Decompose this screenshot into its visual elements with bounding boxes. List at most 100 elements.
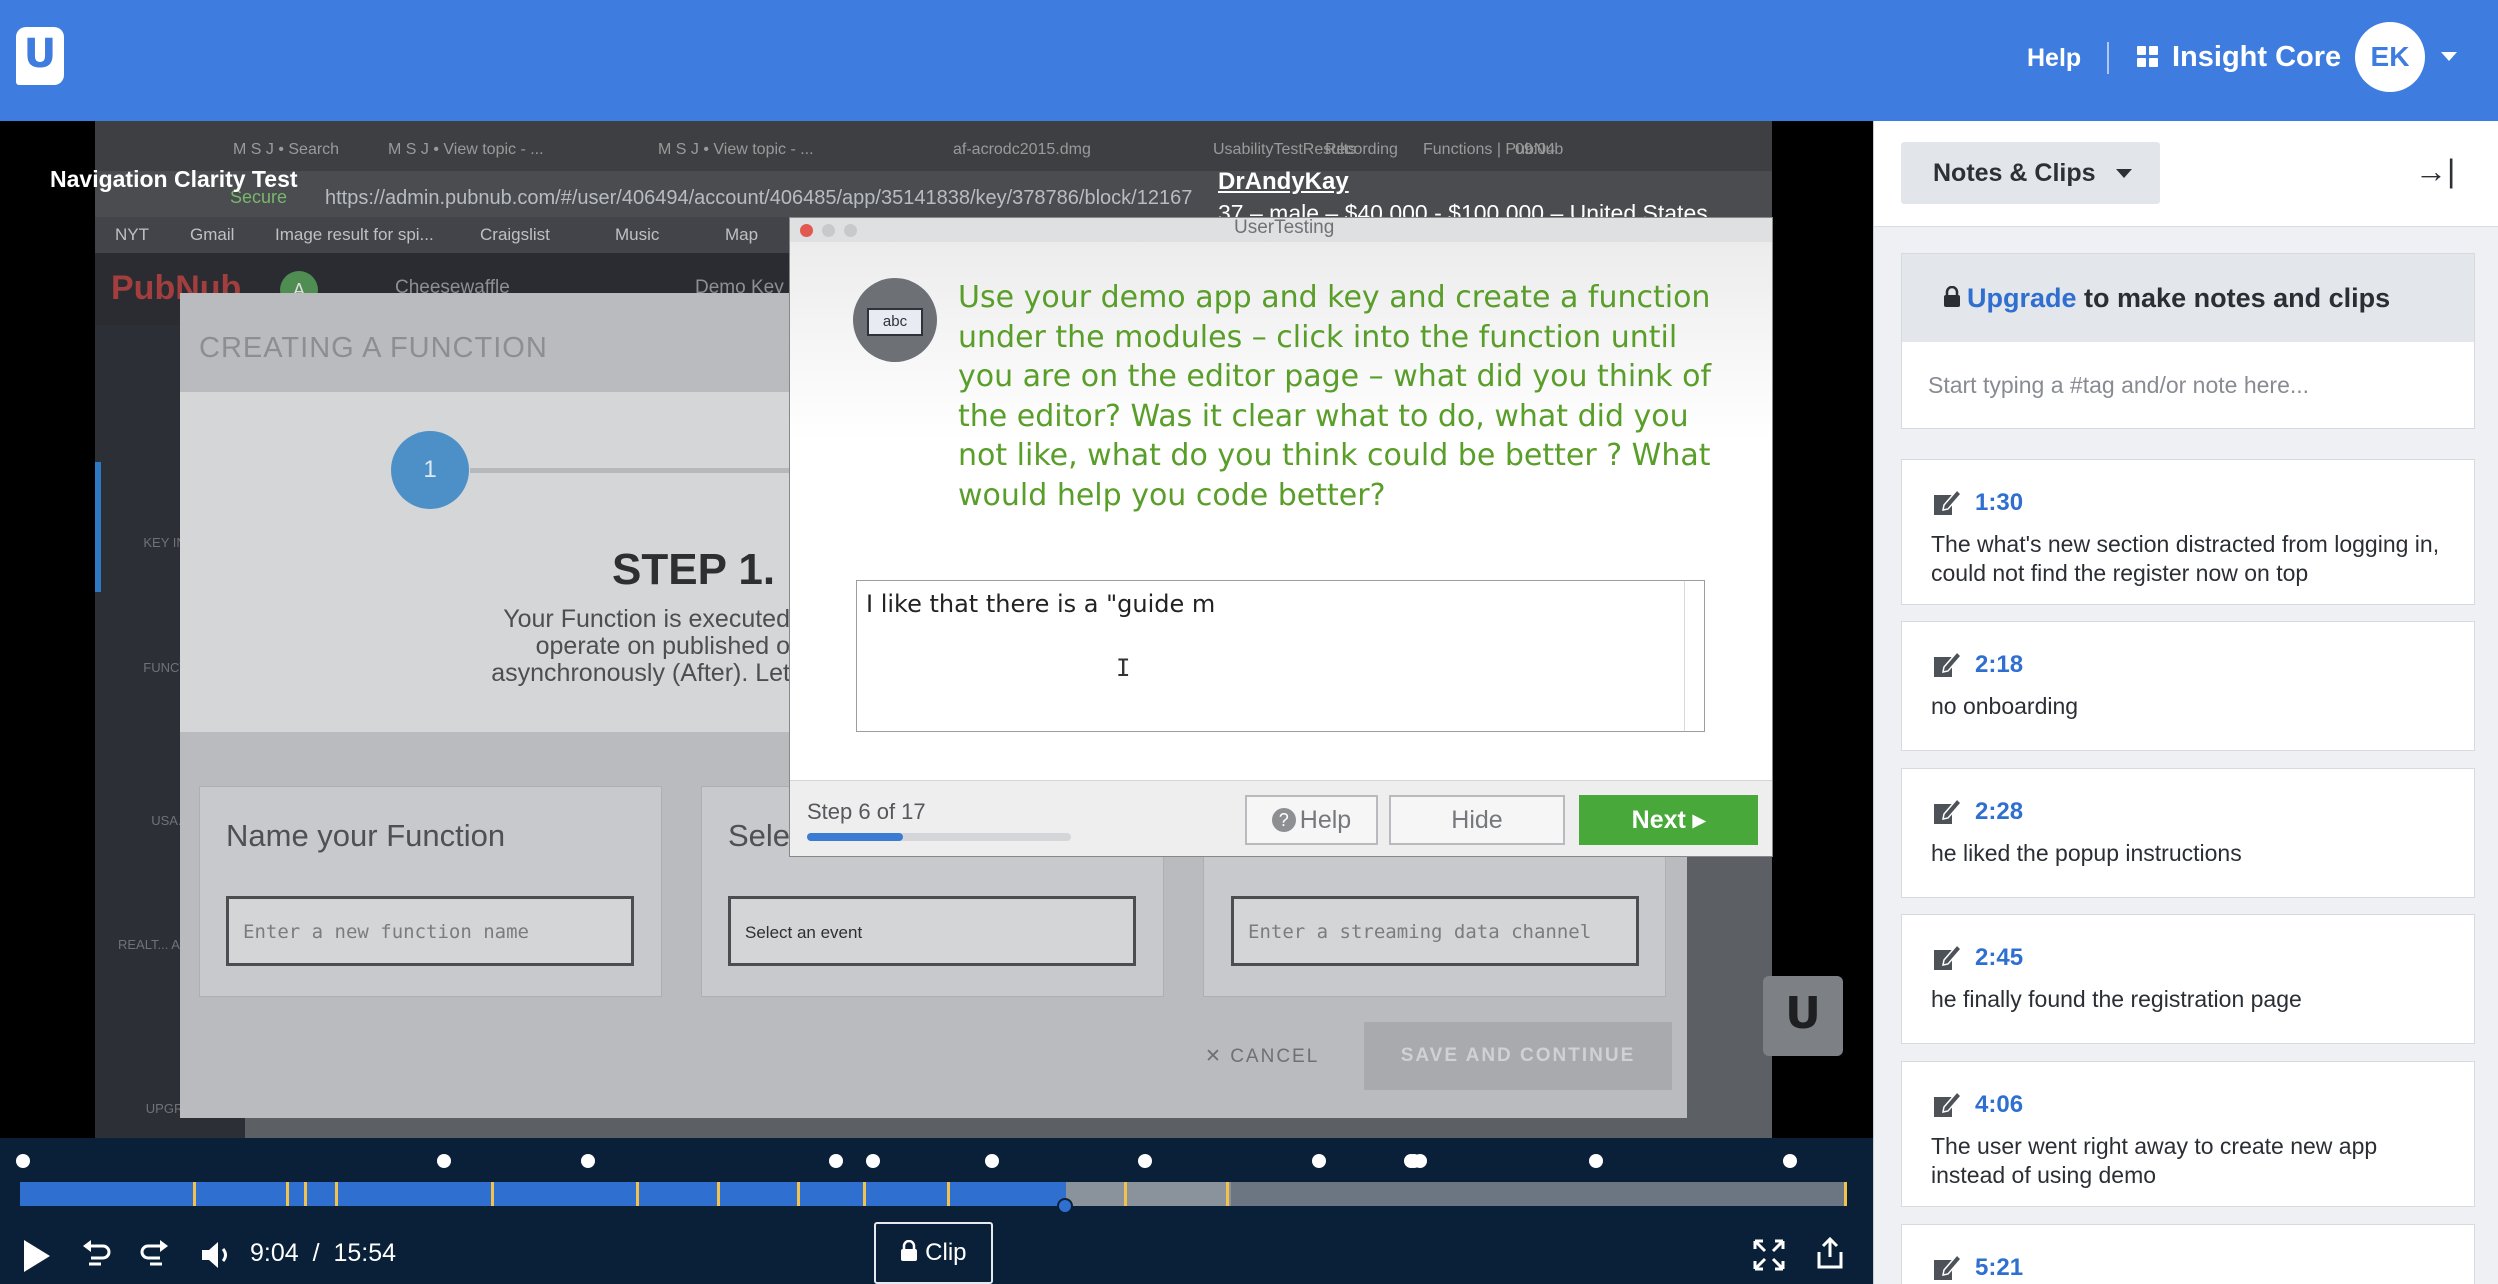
bookmark: Image result for spi... [275,225,434,244]
edit-note-icon[interactable] [1932,796,1962,826]
fullscreen-icon[interactable] [1751,1237,1787,1273]
edit-note-icon[interactable] [1932,1089,1962,1119]
edit-note-icon[interactable] [1932,487,1962,517]
note-marker[interactable] [1413,1154,1427,1168]
note-timestamp[interactable]: 2:28 [1975,798,2023,826]
note-card[interactable] [1901,914,2475,1044]
recorded-browser-tabs: M S J • Search M S J • View topic - ... … [95,121,1772,171]
grid-icon[interactable] [2137,46,2159,68]
note-text: The user went right away to create new a… [1931,1133,2378,1188]
clip-tick [304,1182,307,1206]
task-next-button[interactable]: Next ▸ [1579,795,1758,845]
step-progress-fill [807,833,903,841]
usertesting-logo[interactable]: U [16,27,64,85]
recorded-panel-label: Sele [728,818,791,853]
bookmark: Music [615,225,660,244]
clip-tick [947,1182,950,1206]
note-timestamp[interactable]: 2:18 [1975,651,2023,679]
usertesting-watermark: U [1763,976,1843,1056]
help-link[interactable]: Help [2027,44,2081,73]
note-card[interactable] [1901,621,2475,751]
task-instruction: Use your demo app and key and create a f… [958,280,1712,513]
recording-time: 09:04 [1515,141,1556,158]
recorded-save-button: SAVE AND CONTINUE [1364,1022,1672,1090]
share-icon[interactable] [1815,1235,1845,1271]
workspace-switcher[interactable]: Insight Core [2172,41,2341,74]
note-timestamp[interactable]: 4:06 [1975,1091,2023,1119]
chevron-down-icon[interactable] [2441,52,2457,61]
maximize-dot-icon [844,224,857,237]
note-text: he liked the popup instructions [1931,840,2242,866]
recorded-tab: M S J • View topic - ... [658,141,814,158]
play-icon[interactable] [24,1240,50,1272]
note-marker[interactable] [1312,1154,1326,1168]
recorded-panel-label: Name your Function [226,818,506,853]
note-timestamp[interactable]: 2:45 [1975,944,2023,972]
note-text: he finally found the registration page [1931,986,2302,1012]
note-marker[interactable] [437,1154,451,1168]
usertesting-label: UserTesting [1234,217,1335,238]
forward-icon[interactable] [138,1238,172,1272]
timeline-playhead[interactable] [1057,1198,1073,1214]
clip-tick [717,1182,720,1206]
note-marker[interactable] [985,1154,999,1168]
clip-tick [335,1182,338,1206]
clip-tick [1844,1182,1847,1206]
avatar[interactable]: EK [2355,22,2425,92]
note-timestamp[interactable]: 5:21 [1975,1254,2023,1282]
note-marker[interactable] [1783,1154,1797,1168]
minimize-dot-icon [822,224,835,237]
note-text: The what's new section distracted from l… [1931,531,2440,586]
text-cursor-icon: I [1116,654,1131,682]
volume-icon[interactable] [198,1238,232,1272]
bookmark: Gmail [190,225,235,244]
close-dot-icon [800,224,813,237]
edit-note-icon[interactable] [1932,1252,1962,1282]
question-icon: ? [1271,808,1296,832]
collapse-sidebar-icon[interactable]: →| [2415,153,2455,190]
note-timestamp[interactable]: 1:30 [1975,489,2023,517]
recorded-url: https://admin.pubnub.com/#/user/406494/a… [325,187,1193,209]
note-marker[interactable] [1138,1154,1152,1168]
participant-name[interactable]: DrAndyKay [1218,168,1349,196]
note-marker[interactable] [581,1154,595,1168]
bookmark: Craigslist [480,225,550,244]
note-text: no onboarding [1931,693,2079,719]
clip-tick [636,1182,639,1206]
caret-down-icon[interactable] [2116,169,2132,178]
note-marker[interactable] [16,1154,30,1168]
upgrade-link[interactable]: Upgrade [1967,283,2077,313]
bookmark: NYT [115,225,149,244]
recording-indicator: Recording [1325,141,1398,158]
playback-time: 9:04 / 15:54 [250,1239,396,1267]
note-marker[interactable] [866,1154,880,1168]
note-marker[interactable] [829,1154,843,1168]
edit-note-icon[interactable] [1932,649,1962,679]
keyboard-icon: abc [853,278,937,362]
recorded-step-line [470,468,830,473]
clip-tick [797,1182,800,1206]
step-counter: Step 6 of 17 [807,799,926,824]
note-card[interactable] [1901,768,2475,898]
clip-button[interactable]: Clip [874,1222,993,1284]
task-hide-button[interactable]: Hide [1389,795,1565,845]
recorded-tab: M S J • View topic - ... [388,141,544,158]
note-input[interactable]: Start typing a #tag and/or note here... [1928,372,2309,399]
top-header [0,0,2498,121]
clip-tick [286,1182,289,1206]
recorded-step-heading: STEP 1. C [612,545,820,594]
lock-icon [901,1239,918,1261]
task-help-button[interactable]: ? Help [1245,795,1378,845]
rewind-icon[interactable] [79,1238,113,1272]
lock-icon [1944,285,1960,307]
timeline-buffered [1066,1182,1231,1206]
recorded-modal-title: CREATING A FUNCTION [199,332,548,364]
clip-tick [1124,1182,1127,1206]
recorded-step-circle: 1 [391,431,469,509]
test-title: Navigation Clarity Test [50,166,298,192]
upgrade-message: Upgrade to make notes and clips [1943,283,2390,314]
note-marker[interactable] [1589,1154,1603,1168]
clip-tick [863,1182,866,1206]
edit-note-icon[interactable] [1932,942,1962,972]
task-answer-text: I like that there is a "guide m [866,590,1216,618]
